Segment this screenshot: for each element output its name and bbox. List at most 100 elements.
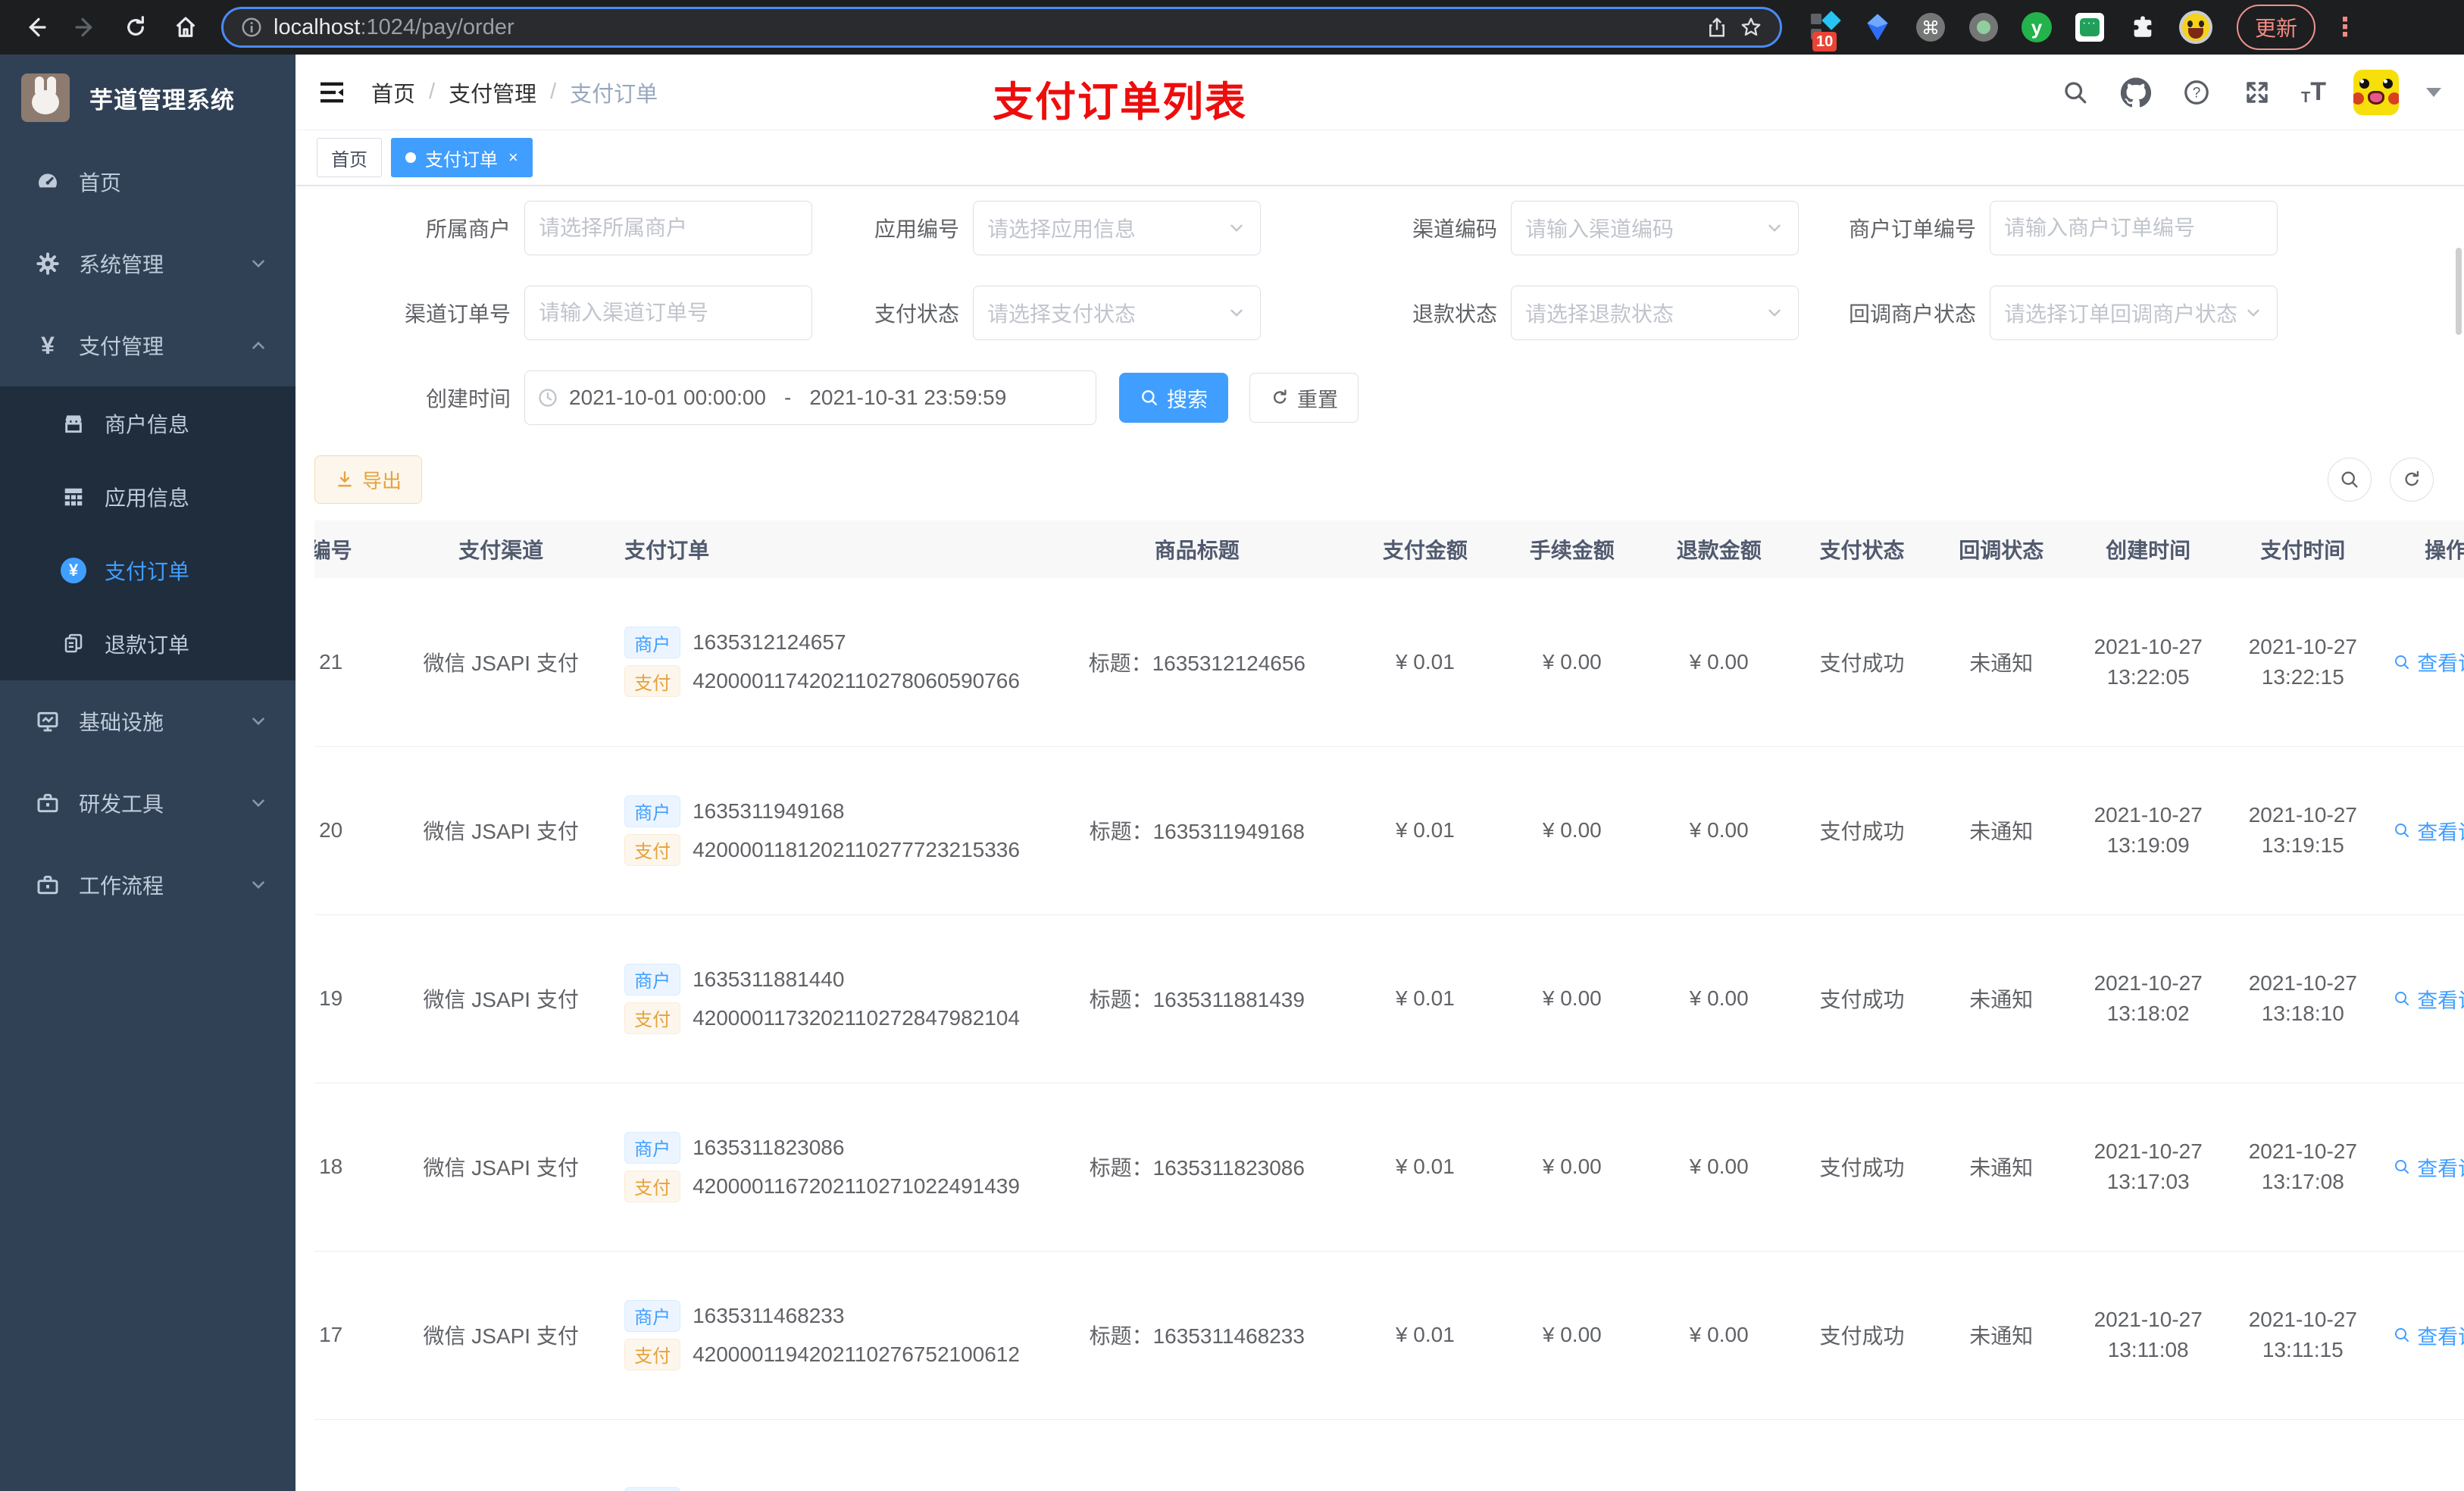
table-row-partial: 商户1635311435786: [314, 1419, 2464, 1491]
status-text: 支付成功: [1792, 746, 1932, 915]
merchant-tag: 商户: [624, 627, 681, 659]
download-icon: [338, 471, 352, 487]
notify-status-select[interactable]: 请选择订单回调商户状态: [1990, 286, 2278, 340]
pay-status-select[interactable]: 请选择支付状态: [973, 286, 1261, 340]
reload-icon: [127, 16, 144, 36]
sidebar: 芋道管理系统 首页 系统管理 ¥ 支付管理 商户信息 应用信息 ¥ 支付订单 退…: [0, 55, 295, 1491]
col-amount: 支付金额: [1351, 520, 1499, 578]
extension-grid-icon[interactable]: 10: [1808, 11, 1841, 52]
sidebar-item-app-info[interactable]: 应用信息: [0, 460, 295, 533]
filter-label-refund-status: 退款状态: [1412, 302, 1497, 326]
browser-update-button[interactable]: 更新: [2237, 5, 2316, 50]
extension-chat-icon[interactable]: [2073, 11, 2106, 44]
header-search-icon[interactable]: [2059, 76, 2092, 109]
range-start: 2021-10-01 00:00:00: [569, 386, 766, 409]
refresh-icon: [2405, 470, 2419, 486]
view-detail-link[interactable]: 查看详情: [2393, 816, 2464, 846]
site-info-icon[interactable]: [240, 16, 263, 39]
active-dot: [405, 152, 416, 163]
fullscreen-icon[interactable]: [2240, 76, 2274, 109]
col-pay-status: 支付状态: [1792, 520, 1932, 578]
export-button[interactable]: 导出: [314, 455, 423, 504]
extension-kite-icon[interactable]: [1861, 11, 1894, 44]
sidebar-fold-icon[interactable]: [317, 77, 347, 108]
merchant-order-no-input[interactable]: [1990, 201, 2278, 255]
home-icon: [176, 17, 195, 37]
search-icon: [2341, 471, 2358, 488]
app-select[interactable]: 请选择应用信息: [973, 201, 1261, 255]
content: 所属商户 应用编号 请选择应用信息 渠道编码 请输入渠道编码 商户订单编号: [295, 186, 2464, 1491]
chevron-down-icon: [1230, 309, 1243, 317]
filter-row-1: 所属商户 应用编号 请选择应用信息 渠道编码 请输入渠道编码 商户订单编号: [314, 201, 2464, 255]
breadcrumb-home[interactable]: 首页: [371, 77, 415, 108]
user-avatar[interactable]: [2353, 69, 2399, 115]
refund-status-select[interactable]: 请选择退款状态: [1511, 286, 1799, 340]
refresh-table-button[interactable]: [2390, 458, 2434, 502]
avatar-caret-icon[interactable]: [2426, 87, 2441, 97]
browser-forward-button[interactable]: [64, 5, 108, 49]
status-text: 支付成功: [1792, 578, 1932, 747]
merchant-input[interactable]: [524, 201, 812, 255]
sidebar-item-merchant-info[interactable]: 商户信息: [0, 386, 295, 460]
address-bar[interactable]: localhost:1024/pay/order: [221, 7, 1782, 48]
col-refund: 退款金额: [1645, 520, 1793, 578]
browser-menu-icon[interactable]: ⋮: [2332, 12, 2358, 42]
reset-button[interactable]: 重置: [1249, 373, 1359, 423]
tab-home[interactable]: 首页: [317, 138, 382, 177]
sidebar-item-refund-order[interactable]: 退款订单: [0, 607, 295, 680]
sidebar-item-infra[interactable]: 基础设施: [0, 680, 295, 762]
browser-reload-button[interactable]: [114, 5, 158, 49]
profile-avatar[interactable]: [2179, 11, 2212, 44]
breadcrumb: 首页 / 支付管理 / 支付订单: [371, 77, 658, 108]
extension-command-icon[interactable]: [1914, 11, 1947, 44]
channel-order-no-input[interactable]: [524, 286, 812, 340]
vertical-scrollbar-thumb[interactable]: [2456, 248, 2462, 335]
help-icon[interactable]: ?: [2180, 76, 2213, 109]
font-size-icon[interactable]: TT: [2301, 77, 2326, 107]
bookmark-star-icon[interactable]: [1739, 15, 1763, 39]
browser-home-button[interactable]: [164, 5, 208, 49]
view-detail-link[interactable]: 查看详情: [2393, 647, 2464, 677]
pay-submenu: 商户信息 应用信息 ¥ 支付订单 退款订单: [0, 386, 295, 680]
chevron-down-icon: [252, 881, 264, 889]
tab-pay-order[interactable]: 支付订单 ×: [391, 138, 533, 177]
view-detail-link[interactable]: 查看详情: [2393, 1152, 2464, 1182]
breadcrumb-pay[interactable]: 支付管理: [449, 77, 536, 108]
merchant-tag: 商户: [624, 1487, 681, 1491]
pay-tag: 支付: [624, 1170, 681, 1202]
merchant-tag: 商户: [624, 795, 681, 827]
merchant-tag: 商户: [624, 1131, 681, 1164]
table-row: 20 微信 JSAPI 支付 商户 1635311949168 支付 4200001…: [314, 746, 2464, 915]
pay-tag: 支付: [624, 1338, 681, 1371]
create-time-range-picker[interactable]: 2021-10-01 00:00:00 - 2021-10-31 23:59:5…: [524, 370, 1096, 425]
view-detail-link[interactable]: 查看详情: [2393, 1321, 2464, 1350]
sidebar-item-pay[interactable]: ¥ 支付管理: [0, 305, 295, 386]
sidebar-item-devtool[interactable]: 研发工具: [0, 762, 295, 844]
col-create-time: 创建时间: [2071, 520, 2226, 578]
search-button[interactable]: 搜索: [1119, 373, 1228, 423]
sidebar-item-pay-order[interactable]: ¥ 支付订单: [0, 533, 295, 607]
browser-toolbar: localhost:1024/pay/order 10 y 更新 ⋮: [0, 0, 2464, 55]
github-icon[interactable]: [2119, 76, 2153, 109]
app-title: 芋道管理系统: [89, 86, 235, 114]
browser-back-button[interactable]: [14, 5, 58, 49]
extensions-puzzle-icon[interactable]: [2126, 11, 2159, 44]
extension-record-icon[interactable]: [1967, 11, 2000, 44]
pay-tag: 支付: [624, 833, 681, 866]
range-end: 2021-10-31 23:59:59: [809, 386, 1007, 409]
pay-tag: 支付: [624, 665, 681, 698]
channel-code-select[interactable]: 请输入渠道编码: [1511, 201, 1799, 255]
share-icon[interactable]: [1706, 16, 1728, 39]
yen-icon: ¥: [41, 331, 55, 359]
sidebar-item-system[interactable]: 系统管理: [0, 223, 295, 305]
sidebar-item-workflow[interactable]: 工作流程: [0, 844, 295, 926]
chevron-down-icon: [1230, 224, 1243, 232]
app-logo-row[interactable]: 芋道管理系统: [0, 55, 295, 141]
tab-close-icon[interactable]: ×: [508, 148, 518, 167]
view-detail-link[interactable]: 查看详情: [2393, 984, 2464, 1014]
main-panel: 支付订单列表 首页 / 支付管理 / 支付订单 ? T T 首页 支付订单 × …: [295, 55, 2464, 1491]
sidebar-item-home[interactable]: 首页: [0, 141, 295, 223]
status-text: 支付成功: [1792, 1251, 1932, 1420]
toggle-search-button[interactable]: [2328, 458, 2372, 502]
extension-y-icon[interactable]: y: [2020, 11, 2053, 44]
